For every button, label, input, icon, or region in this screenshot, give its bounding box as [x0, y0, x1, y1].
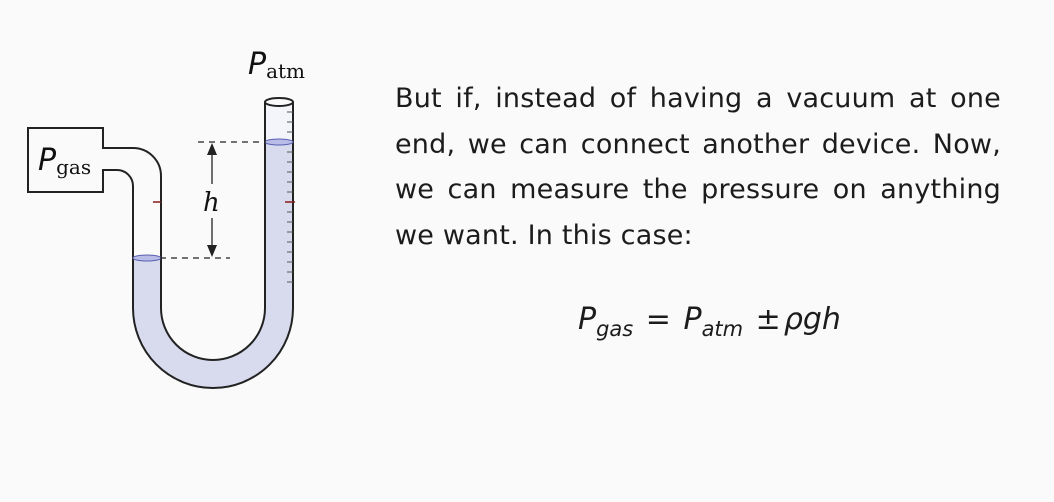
liquid-column	[133, 142, 293, 388]
eq-rho-g-h: ρgh	[783, 302, 841, 337]
tube-air-right	[265, 104, 293, 142]
tube-opening	[264, 97, 294, 107]
eq-lhs-var: P	[578, 302, 597, 337]
liquid-surface-right	[264, 138, 294, 146]
eq-equals: =	[645, 302, 671, 337]
p-atm-label: Patm	[248, 47, 305, 83]
tube-outer-wall	[103, 102, 266, 361]
manometer-diagram: h Pgas Patm	[27, 47, 305, 389]
height-label: h	[203, 188, 220, 218]
eq-lhs-sub: gas	[596, 317, 634, 341]
eq-rhs-sub: atm	[701, 317, 744, 341]
pressure-equation: Pgas = Patm ± ρgh	[578, 302, 841, 341]
liquid-surface-left	[132, 254, 162, 262]
gas-connector-gap	[101, 149, 105, 169]
height-arrow-head-top	[207, 143, 217, 155]
eq-plus-minus: ±	[755, 302, 781, 337]
height-arrow-head-bottom	[207, 245, 217, 257]
explanation-paragraph: But if, instead of having a vacuum at on…	[395, 83, 1001, 251]
eq-rhs-var: P	[683, 302, 702, 337]
slide: h Pgas Patm But if, instead of having a …	[0, 0, 1054, 502]
